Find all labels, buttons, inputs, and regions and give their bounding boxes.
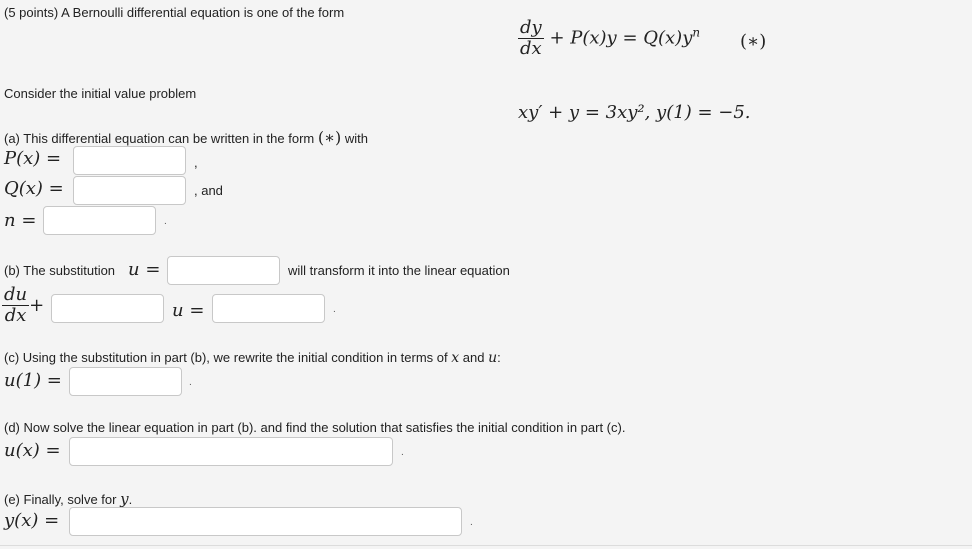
u-label: u = <box>128 259 161 280</box>
yx-label: y(x) = <box>4 510 60 531</box>
y-variable: y <box>120 490 129 508</box>
part-c-sentence: (c) Using the substitution in part (b), … <box>4 350 448 365</box>
n-label: n = <box>4 210 37 231</box>
intro-text: (5 points) A Bernoulli differential equa… <box>4 5 344 20</box>
part-a-text: (a) This differential equation can be wr… <box>4 128 368 147</box>
coefficient-input[interactable] <box>51 294 164 323</box>
period: . <box>470 517 473 528</box>
x-variable: x <box>451 350 460 366</box>
ux-label: u(x) = <box>4 440 61 461</box>
p-label: P(x) = <box>4 148 62 169</box>
part-b-text: (b) The substitution <box>4 263 116 278</box>
dy-dx-fraction: dy dx <box>518 17 544 59</box>
yx-input[interactable] <box>69 507 462 536</box>
rhs-input[interactable] <box>212 294 325 323</box>
period: . <box>189 377 192 388</box>
and-word: and <box>462 350 485 365</box>
form-reference: (∗) <box>317 128 342 147</box>
u1-input[interactable] <box>69 367 182 396</box>
n-input[interactable] <box>43 206 156 235</box>
substitution-input[interactable] <box>167 256 280 285</box>
period: . <box>333 304 336 315</box>
form-rest: + P(x)y = Q(x)y <box>549 27 693 49</box>
ivp-equation: xy′ + y = 3xy², y(1) = −5. <box>518 102 751 123</box>
form-exponent: n <box>692 25 701 40</box>
part-e-text: (e) Finally, solve for y. <box>4 490 132 508</box>
ux-input[interactable] <box>69 437 393 466</box>
plus-sign: + <box>29 295 45 316</box>
part-d-text: (d) Now solve the linear equation in par… <box>4 420 626 435</box>
part-b-after-text: will transform it into the linear equati… <box>288 263 510 278</box>
and-text: , and <box>194 183 223 198</box>
u-equals-label: u = <box>172 300 205 321</box>
p-input[interactable] <box>73 146 186 175</box>
part-e-sentence: (e) Finally, solve for <box>4 492 117 507</box>
ivp-text: Consider the initial value problem <box>4 86 197 101</box>
comma: , <box>194 155 198 170</box>
bottom-divider <box>0 545 972 546</box>
period: . <box>128 492 133 507</box>
bernoulli-form-equation: dy dx + P(x)y = Q(x)yn <box>518 18 700 59</box>
intro-sentence: A Bernoulli differential equation is one… <box>61 5 345 20</box>
with-word: with <box>344 131 368 146</box>
period: . <box>401 447 404 458</box>
u-variable: u <box>488 350 498 366</box>
points-label: (5 points) <box>4 5 59 20</box>
part-a-sentence: (a) This differential equation can be wr… <box>4 131 315 146</box>
colon: : <box>497 350 501 365</box>
period: . <box>164 216 167 227</box>
equation-tag: (∗) <box>740 31 767 52</box>
q-input[interactable] <box>73 176 186 205</box>
u1-label: u(1) = <box>4 370 62 391</box>
part-c-text: (c) Using the substitution in part (b), … <box>4 350 501 366</box>
du-dx-fraction: du dx + <box>2 284 45 326</box>
q-label: Q(x) = <box>4 178 64 199</box>
